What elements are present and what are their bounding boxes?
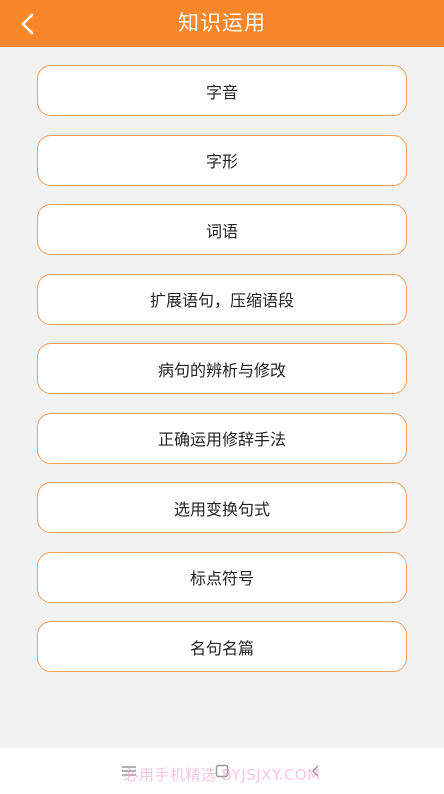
menu-item-sentence-patterns[interactable]: 选用变换句式 — [37, 482, 407, 533]
page-title: 知识运用 — [178, 11, 266, 35]
menu-item-vocabulary[interactable]: 词语 — [37, 204, 407, 255]
watermark-text: 必用手机精选 BYJSJXY.COM — [123, 766, 321, 784]
menu-item-punctuation[interactable]: 标点符号 — [37, 551, 407, 603]
menu-item-expand-compress[interactable]: 扩展语句，压缩语段 — [37, 273, 407, 325]
menu-item-glyphs[interactable]: 字形 — [37, 134, 407, 186]
top-app-bar: 知识运用 — [0, 0, 444, 47]
knowledge-menu: 字音 字形 词语 扩展语句，压缩语段 病句的辨析与修改 正确运用修辞手法 选用变… — [37, 65, 407, 691]
menu-item-pronunciation[interactable]: 字音 — [37, 65, 407, 116]
menu-item-rhetoric[interactable]: 正确运用修辞手法 — [37, 412, 407, 464]
menu-item-famous-quotes[interactable]: 名句名篇 — [37, 621, 407, 672]
menu-item-sentence-errors[interactable]: 病句的辨析与修改 — [37, 343, 407, 394]
